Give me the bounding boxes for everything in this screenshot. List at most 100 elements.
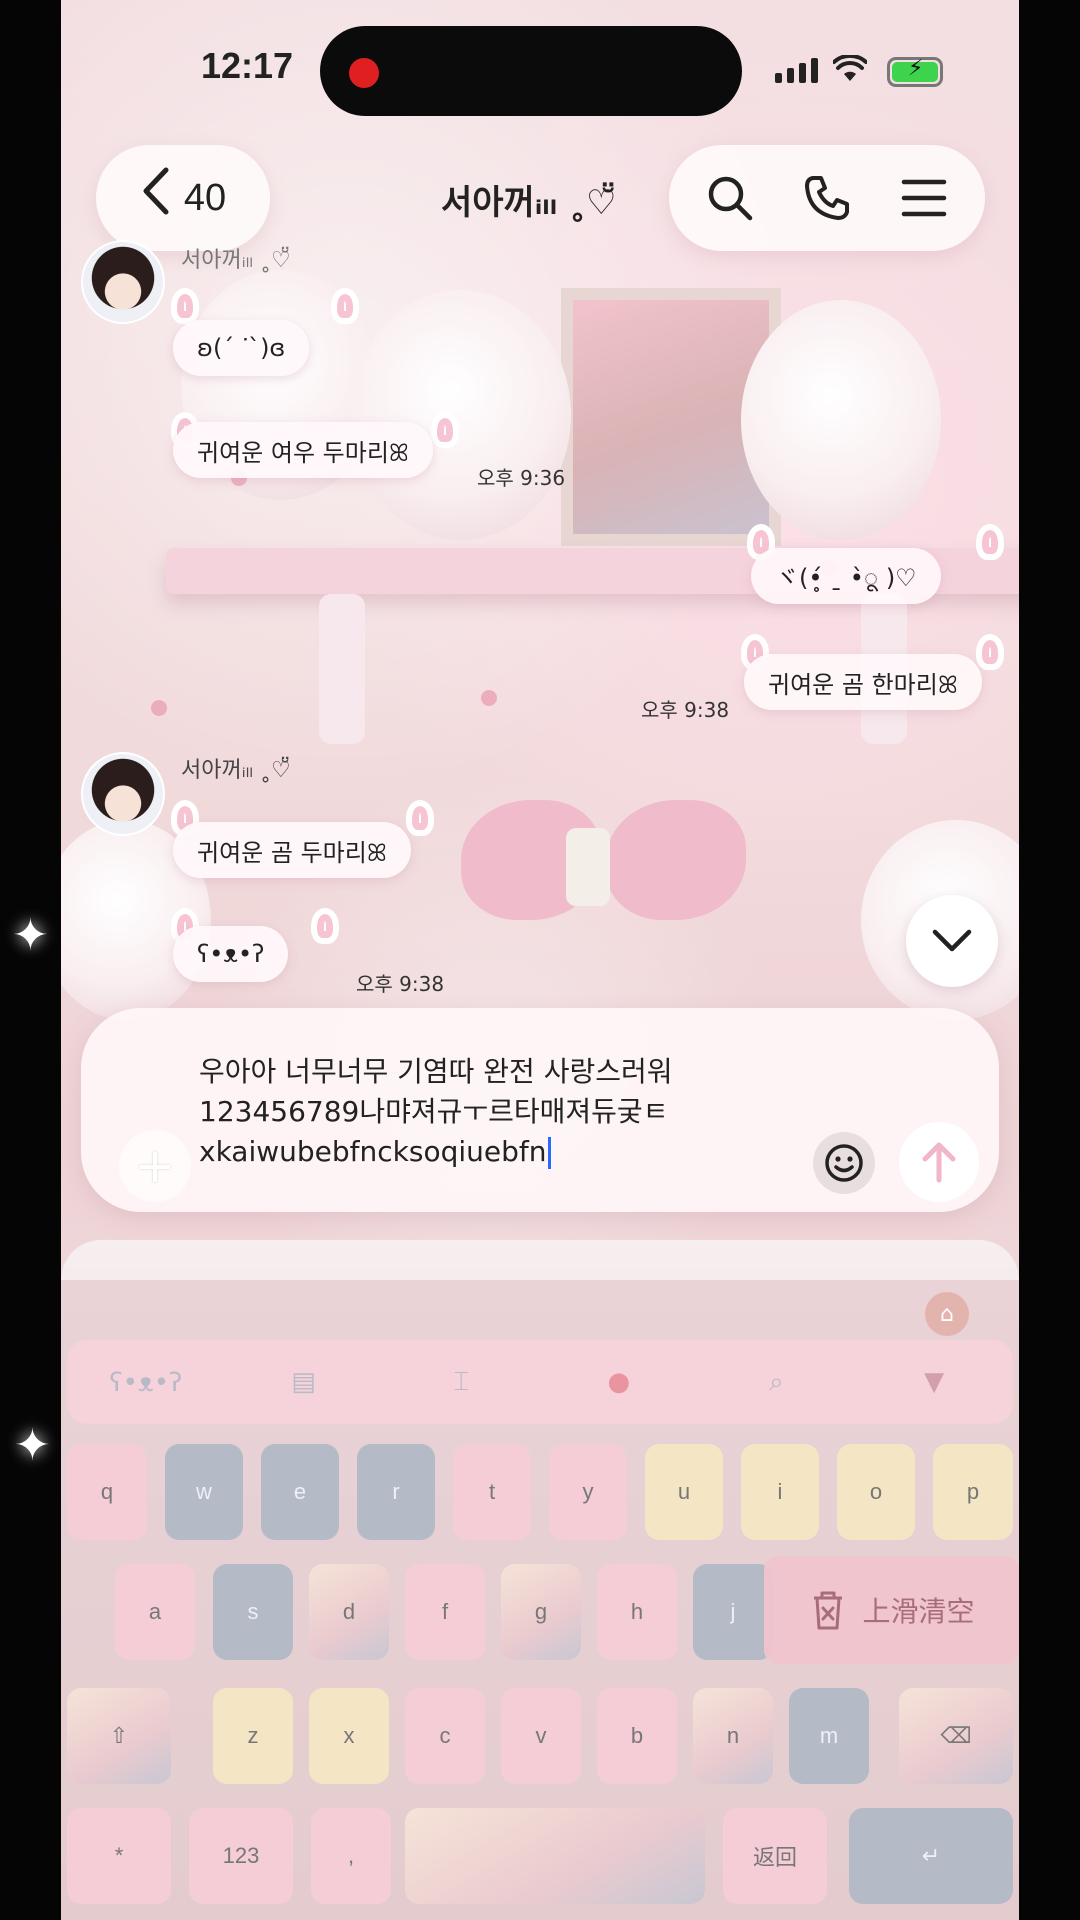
input-line-last: xkaiwubebfncksoqiuebfn [199, 1132, 759, 1172]
sender-name: 서아꺼ᵢₗₗ ˳♡̆̈ [181, 248, 291, 273]
message-bubble[interactable]: 귀여운 곰 한마리ꕤ [744, 654, 982, 710]
battery-charging-icon: ⚡ [887, 56, 943, 87]
arrow-up-icon [922, 1142, 956, 1183]
bubble-bunny-ear [976, 634, 1004, 670]
background-plush [351, 290, 571, 540]
frame-right [1019, 0, 1080, 1920]
message-bubble[interactable]: ʚ(ˊ ᐝˋ)ɞ [173, 320, 310, 376]
search-icon[interactable]: ⌕ [752, 1361, 800, 1403]
comma-key[interactable]: , [311, 1808, 391, 1904]
sparkle-icon: ✦ [14, 1420, 51, 1471]
delete-key[interactable]: ⌫ [899, 1688, 1013, 1784]
input-line: 우아아 너무너무 기염따 완전 사랑스러워 [199, 1055, 673, 1088]
plus-icon: + [134, 1138, 176, 1194]
key-e[interactable]: e [261, 1444, 339, 1540]
back-button[interactable]: 40 [96, 145, 270, 251]
key-t[interactable]: t [453, 1444, 531, 1540]
message-time: 오후 9:38 [356, 972, 445, 996]
key-g[interactable]: g [501, 1564, 581, 1660]
key-o[interactable]: o [837, 1444, 915, 1540]
unread-count: 40 [183, 176, 227, 219]
swipe-clear-popup[interactable]: 上滑清空 [764, 1556, 1019, 1664]
key-p[interactable]: p [933, 1444, 1013, 1540]
message-bubble[interactable]: ʕ•ᴥ•ʔ [173, 926, 289, 982]
key-d[interactable]: d [309, 1564, 389, 1660]
shift-key[interactable]: ⇧ [67, 1688, 171, 1784]
search-icon[interactable] [700, 168, 760, 228]
numbers-key[interactable]: 123 [189, 1808, 293, 1904]
key-x[interactable]: x [309, 1688, 389, 1784]
key-u[interactable]: u [645, 1444, 723, 1540]
phone-screen: 12:17 ⚡ 40 서아꺼ᵢₗₗ ˳♡̆̈ 서아꺼ᵢₗₗ ˳♡̆̈ ʚ(ˊ ᐝ… [61, 0, 1019, 1920]
key-y[interactable]: y [549, 1444, 627, 1540]
key-z[interactable]: z [213, 1688, 293, 1784]
scroll-to-bottom-button[interactable] [906, 895, 998, 987]
send-button[interactable] [899, 1122, 979, 1202]
message-time: 오후 9:38 [641, 698, 730, 722]
bubble-bunny-ear [431, 412, 459, 448]
bubble-bunny-ear [311, 908, 339, 944]
key-n[interactable]: n [693, 1688, 773, 1784]
key-m[interactable]: m [789, 1688, 869, 1784]
background-bow-knot [566, 828, 610, 906]
avatar[interactable] [81, 240, 165, 324]
keyboard-toolbar: ʕ•ᴥ•ʔ ▤ ⌶ ● ⌕ ▼ [67, 1340, 1013, 1424]
sticker-icon[interactable]: ● [595, 1361, 643, 1403]
message-bubble[interactable]: 귀여운 곰 두마리ꕤ [173, 822, 411, 878]
background-bow [606, 800, 746, 920]
space-key[interactable] [405, 1808, 705, 1904]
trash-icon [814, 1591, 843, 1630]
avatar[interactable] [81, 752, 165, 836]
clipboard-icon[interactable]: ▤ [279, 1361, 327, 1403]
sender-name: 서아꺼ᵢₗₗ ˳♡̆̈ [181, 758, 291, 783]
message-input[interactable]: 우아아 너무너무 기염따 완전 사랑스러워 123456789나먀져규ㅜ르타매져… [199, 1052, 759, 1172]
bubble-bunny-ear [331, 288, 359, 324]
background-flower [151, 700, 167, 716]
key-h[interactable]: h [597, 1564, 677, 1660]
message-bubble[interactable]: ヾ(•̥́ ˍ •̀ू )♡ [751, 548, 941, 604]
return-key[interactable]: 返回 [723, 1808, 827, 1904]
background-plush [741, 300, 941, 540]
cellular-signal-icon [775, 58, 818, 83]
key-b[interactable]: b [597, 1688, 677, 1784]
message-compose-box[interactable]: + 우아아 너무너무 기염따 완전 사랑스러워 123456789나먀져규ㅜ르타… [81, 1008, 999, 1212]
key-s[interactable]: s [213, 1564, 293, 1660]
message-time: 오후 9:36 [477, 466, 566, 490]
key-w[interactable]: w [165, 1444, 243, 1540]
background-shelf-bracket [319, 594, 365, 744]
recording-indicator-icon [349, 58, 379, 88]
key-i[interactable]: i [741, 1444, 819, 1540]
sparkle-icon: ✦ [12, 910, 49, 961]
chat-title: 서아꺼ᵢₗₗ ˳♡̆̈ [441, 183, 617, 223]
swipe-clear-label: 上滑清空 [862, 1595, 975, 1628]
chevron-left-icon [140, 166, 170, 225]
message-bubble[interactable]: 귀여운 여우 두마리ꕤ [173, 422, 433, 478]
key-c[interactable]: c [405, 1688, 485, 1784]
menu-icon[interactable] [894, 168, 954, 228]
key-j[interactable]: j [693, 1564, 773, 1660]
background-flower [481, 690, 497, 706]
bubble-bunny-ear [406, 800, 434, 836]
enter-key[interactable]: ↵ [849, 1808, 1013, 1904]
keyboard: ⌂ ʕ•ᴥ•ʔ ▤ ⌶ ● ⌕ ▼ q w e r t y u i o p a … [61, 1240, 1019, 1920]
key-a[interactable]: a [115, 1564, 195, 1660]
key-r[interactable]: r [357, 1444, 435, 1540]
input-line: 123456789나먀져규ㅜ르타매져듀궂ㅌ [199, 1095, 669, 1128]
emoji-button[interactable] [813, 1132, 875, 1194]
cursor-icon[interactable]: ⌶ [437, 1361, 485, 1403]
chevron-down-icon [932, 929, 972, 952]
key-f[interactable]: f [405, 1564, 485, 1660]
dynamic-island [320, 26, 742, 116]
input-line-text: xkaiwubebfncksoqiuebfn [199, 1135, 547, 1168]
bubble-bunny-ear [976, 524, 1004, 560]
frame-left: ✦ ✦ [0, 0, 61, 1920]
key-v[interactable]: v [501, 1688, 581, 1784]
collapse-icon[interactable]: ▼ [910, 1361, 958, 1403]
symbols-key[interactable]: * [67, 1808, 171, 1904]
key-q[interactable]: q [67, 1444, 147, 1540]
bubble-bunny-ear [171, 288, 199, 324]
keyboard-settings-icon[interactable]: ⌂ [925, 1292, 969, 1336]
phone-icon[interactable] [797, 168, 857, 228]
bear-icon[interactable]: ʕ•ᴥ•ʔ [109, 1361, 182, 1403]
attach-button[interactable]: + [119, 1130, 191, 1202]
